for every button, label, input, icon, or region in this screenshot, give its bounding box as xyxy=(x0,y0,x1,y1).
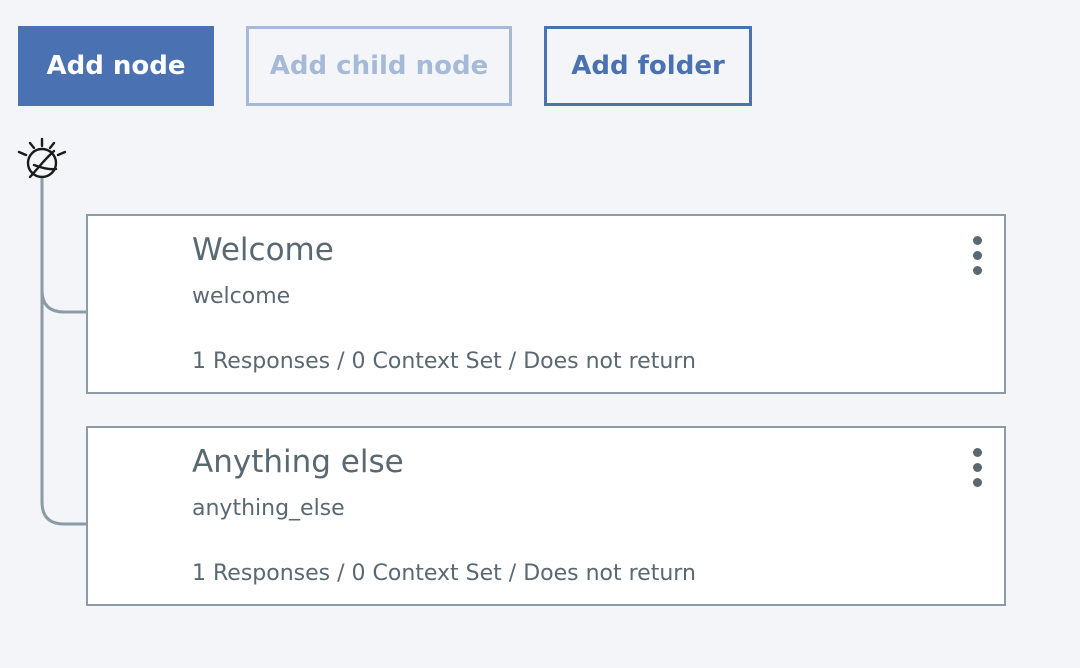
watson-assistant-icon xyxy=(17,137,67,179)
overflow-menu-icon[interactable] xyxy=(964,230,992,280)
node-condition: welcome xyxy=(192,284,291,309)
dialog-node-welcome[interactable]: Welcome welcome 1 Responses / 0 Context … xyxy=(86,214,1006,394)
tree-connector-anything-else xyxy=(40,290,86,526)
node-condition: anything_else xyxy=(192,496,345,521)
node-summary: 1 Responses / 0 Context Set / Does not r… xyxy=(192,349,696,374)
node-title: Welcome xyxy=(192,232,334,268)
dialog-node-anything-else[interactable]: Anything else anything_else 1 Responses … xyxy=(86,426,1006,606)
node-title: Anything else xyxy=(192,444,404,480)
overflow-menu-icon[interactable] xyxy=(964,442,992,492)
node-summary: 1 Responses / 0 Context Set / Does not r… xyxy=(192,561,696,586)
tree-connector-welcome xyxy=(40,178,86,314)
